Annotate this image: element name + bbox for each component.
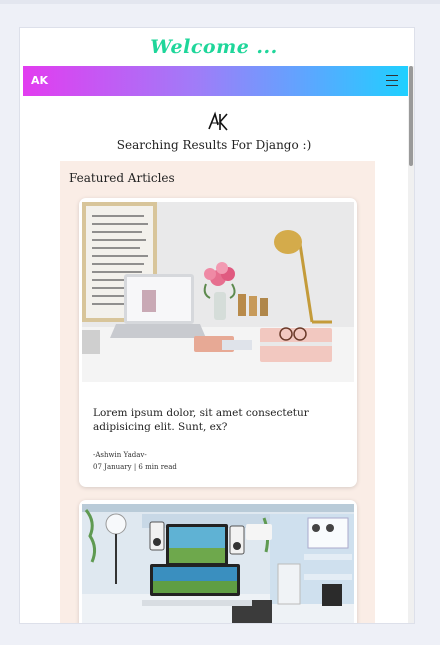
hamburger-icon[interactable] <box>386 75 398 87</box>
welcome-heading: Welcome ... <box>150 36 278 58</box>
article-author: -Ashwin Yadav- <box>93 451 147 459</box>
article-card[interactable] <box>79 500 357 624</box>
article-title[interactable]: Lorem ipsum dolor, sit amet consectetur … <box>93 406 348 434</box>
browser-top-strip <box>0 0 440 4</box>
article-meta: 07 January | 6 min read <box>93 463 177 471</box>
brand-link[interactable]: AK <box>31 66 48 96</box>
article-card[interactable]: Lorem ipsum dolor, sit amet consectetur … <box>79 198 357 487</box>
desk-workspace-image[interactable] <box>82 202 354 382</box>
navbar: AK <box>23 66 408 96</box>
featured-heading: Featured Articles <box>69 171 175 185</box>
ak-logo <box>208 111 228 131</box>
search-results-title: Searching Results For Django :) <box>116 138 312 152</box>
featured-articles-panel: Featured Articles Lorem ipsum dolor, sit… <box>60 161 375 624</box>
page-viewport: Welcome ... AK Searching Results For Dja… <box>19 27 415 624</box>
scrollbar-thumb[interactable] <box>409 66 413 166</box>
gaming-setup-image[interactable] <box>82 504 354 624</box>
